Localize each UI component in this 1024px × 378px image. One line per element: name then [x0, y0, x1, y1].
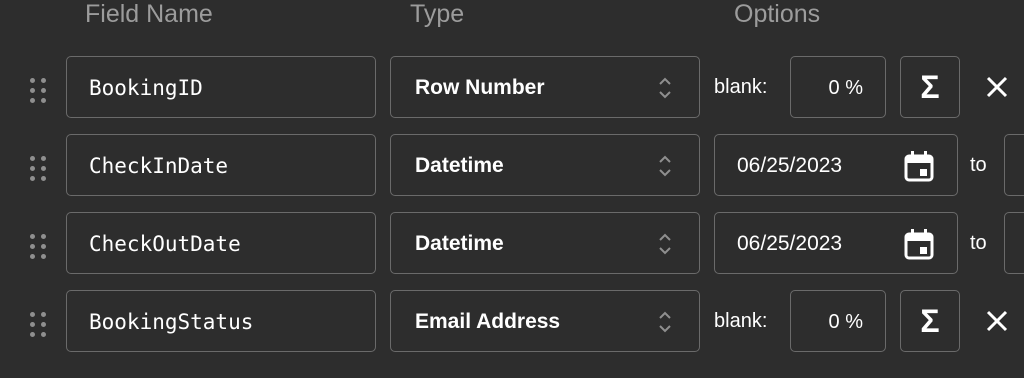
- to-label: to: [970, 232, 987, 254]
- calendar-icon[interactable]: [903, 228, 935, 260]
- close-icon[interactable]: [985, 75, 1009, 99]
- close-icon[interactable]: [985, 309, 1009, 333]
- field-name-input[interactable]: BookingStatus: [66, 290, 376, 352]
- formula-button[interactable]: Σ: [900, 290, 960, 352]
- field-row: BookingID Row Number blank: 0 % Σ: [0, 56, 1024, 120]
- formula-button[interactable]: Σ: [900, 56, 960, 118]
- blank-percent-value: 0 %: [828, 77, 863, 99]
- type-value: Datetime: [415, 154, 504, 177]
- field-row: BookingStatus Email Address blank: 0 % Σ: [0, 290, 1024, 354]
- to-label: to: [970, 154, 987, 176]
- sort-arrows-icon: [659, 311, 671, 333]
- drag-handle-icon[interactable]: [30, 312, 47, 337]
- field-name-value: CheckInDate: [89, 154, 229, 178]
- field-name-input[interactable]: BookingID: [66, 56, 376, 118]
- field-row: CheckOutDate Datetime 06/25/2023 to: [0, 212, 1024, 276]
- sort-arrows-icon: [659, 77, 671, 99]
- blank-percent-value: 0 %: [828, 311, 863, 333]
- type-value: Row Number: [415, 76, 545, 99]
- type-select[interactable]: Datetime: [390, 212, 700, 274]
- drag-handle-icon[interactable]: [30, 234, 47, 259]
- type-value: Email Address: [415, 310, 561, 333]
- blank-percent-input[interactable]: 0 %: [790, 56, 886, 118]
- sort-arrows-icon: [659, 233, 671, 255]
- sigma-icon: Σ: [920, 69, 940, 105]
- to-date-input[interactable]: [1004, 212, 1024, 274]
- drag-handle-icon[interactable]: [30, 78, 47, 103]
- field-row: CheckInDate Datetime 06/25/2023 to: [0, 134, 1024, 198]
- to-date-input[interactable]: [1004, 134, 1024, 196]
- from-date-input[interactable]: 06/25/2023: [714, 134, 958, 196]
- type-value: Datetime: [415, 232, 504, 255]
- field-name-input[interactable]: CheckOutDate: [66, 212, 376, 274]
- field-name-value: BookingStatus: [89, 310, 254, 334]
- field-name-value: BookingID: [89, 76, 203, 100]
- header-options: Options: [734, 0, 821, 28]
- blank-percent-input[interactable]: 0 %: [790, 290, 886, 352]
- from-date-input[interactable]: 06/25/2023: [714, 212, 958, 274]
- calendar-icon[interactable]: [903, 150, 935, 182]
- field-name-input[interactable]: CheckInDate: [66, 134, 376, 196]
- header-type: Type: [410, 0, 465, 28]
- field-name-value: CheckOutDate: [89, 232, 241, 256]
- type-select[interactable]: Email Address: [390, 290, 700, 352]
- from-date-value: 06/25/2023: [737, 154, 843, 177]
- blank-label: blank:: [714, 310, 768, 332]
- blank-label: blank:: [714, 76, 768, 98]
- header-field-name: Field Name: [85, 0, 213, 28]
- type-select[interactable]: Row Number: [390, 56, 700, 118]
- sort-arrows-icon: [659, 155, 671, 177]
- sigma-icon: Σ: [920, 303, 940, 339]
- type-select[interactable]: Datetime: [390, 134, 700, 196]
- from-date-value: 06/25/2023: [737, 232, 843, 255]
- drag-handle-icon[interactable]: [30, 156, 47, 181]
